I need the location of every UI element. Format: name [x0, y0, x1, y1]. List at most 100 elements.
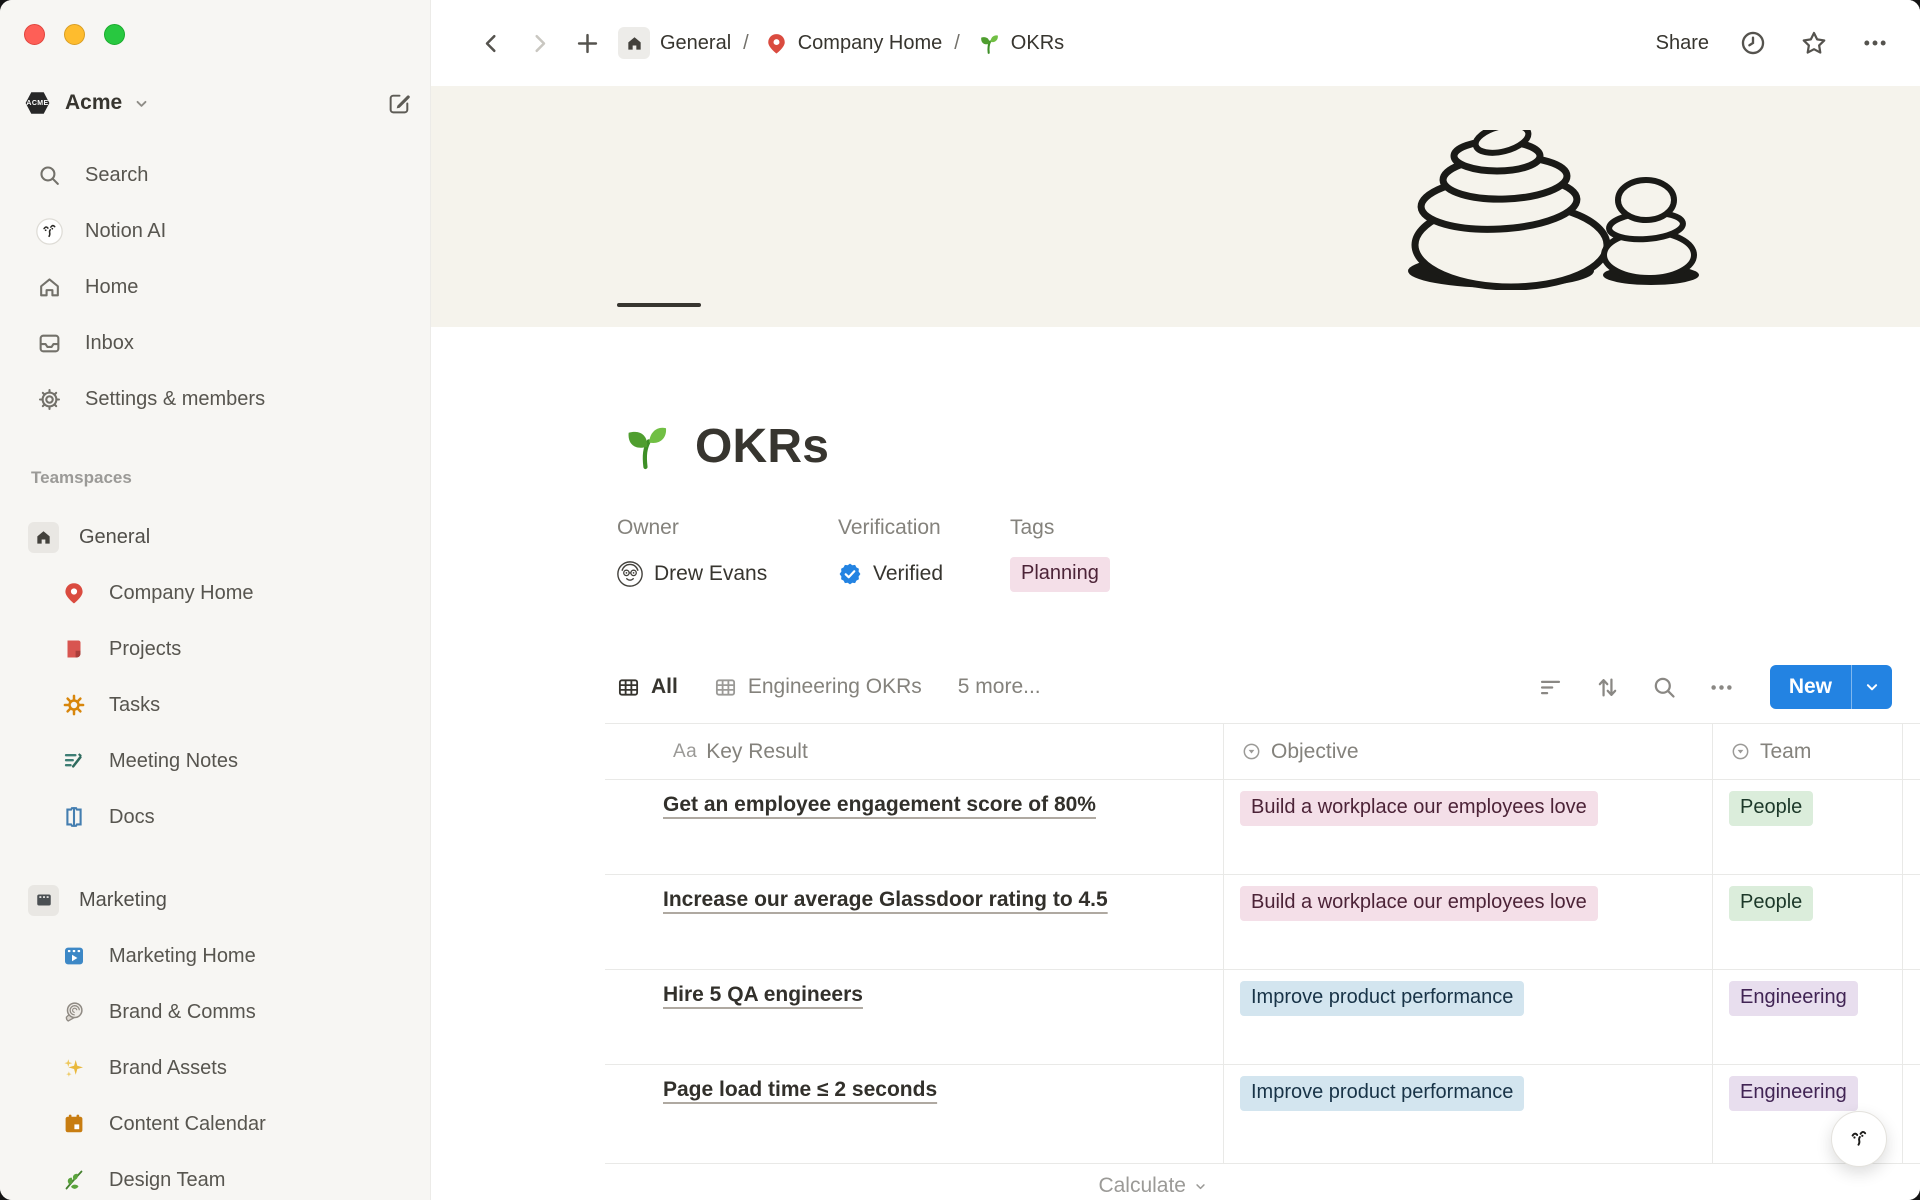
location-pin-icon [765, 32, 788, 55]
column-header-objective[interactable]: Objective [1224, 724, 1713, 779]
search-icon[interactable] [1648, 670, 1682, 704]
objective-tag[interactable]: Improve product performance [1240, 981, 1524, 1016]
tab-engineering-okrs[interactable]: Engineering OKRs [714, 675, 922, 699]
sidebar-item-docs[interactable]: Docs [0, 789, 430, 845]
property-tags[interactable]: Tags Planning [1010, 516, 1110, 591]
calendar-icon [61, 1112, 87, 1136]
breadcrumb-separator: / [743, 32, 749, 55]
table-header-row: Aa Key Result Objective Team [605, 724, 1920, 780]
sidebar-item-tasks[interactable]: Tasks [0, 677, 430, 733]
column-header-label: Key Result [706, 740, 808, 764]
sidebar-item-label: Home [85, 276, 138, 299]
sidebar-item-label: Content Calendar [109, 1113, 266, 1136]
sidebar-item-design-team[interactable]: Design Team [0, 1152, 430, 1200]
table-row: Hire 5 QA engineers Improve product perf… [605, 970, 1920, 1065]
tab-all[interactable]: All [617, 675, 678, 699]
key-result-link[interactable]: Hire 5 QA engineers [663, 983, 863, 1006]
compose-icon[interactable] [387, 91, 412, 116]
sidebar-item-marketing[interactable]: Marketing [0, 872, 430, 928]
team-tag[interactable]: People [1729, 791, 1813, 826]
marketing-home-icon [61, 944, 87, 968]
new-page-plus-icon[interactable] [570, 26, 604, 60]
favorite-star-icon[interactable] [1797, 26, 1831, 60]
column-header-team[interactable]: Team [1713, 724, 1903, 779]
back-icon[interactable] [474, 26, 508, 60]
chevron-down-icon [132, 94, 151, 113]
objective-tag[interactable]: Improve product performance [1240, 1076, 1524, 1111]
key-result-link[interactable]: Increase our average Glassdoor rating to… [663, 888, 1108, 911]
main-area: General / Company Home / OKRs [431, 0, 1920, 1200]
team-tag[interactable]: Engineering [1729, 1076, 1858, 1111]
tab-label: All [651, 675, 678, 699]
key-result-link[interactable]: Get an employee engagement score of 80% [663, 793, 1096, 816]
filter-icon[interactable] [1534, 670, 1568, 704]
new-record-button[interactable]: New [1770, 665, 1892, 709]
workspace-switcher[interactable]: ACME Acme [24, 80, 412, 126]
breadcrumb-label: OKRs [1011, 32, 1064, 55]
sidebar: ACME Acme Search Notion AI [0, 0, 431, 1200]
column-header-key-result[interactable]: Aa Key Result [605, 724, 1224, 779]
home-icon [36, 275, 63, 300]
topbar: General / Company Home / OKRs [431, 0, 1920, 86]
share-button[interactable]: Share [1656, 32, 1709, 55]
sidebar-item-company-home[interactable]: Company Home [0, 565, 430, 621]
sidebar-item-general[interactable]: General [0, 509, 430, 565]
window-controls [24, 24, 125, 45]
table-view-icon [617, 676, 640, 699]
sidebar-item-notion-ai[interactable]: Notion AI [0, 203, 430, 259]
forward-icon[interactable] [522, 26, 556, 60]
seedling-icon[interactable] [617, 418, 673, 474]
sidebar-item-search[interactable]: Search [0, 147, 430, 203]
objective-tag[interactable]: Build a workplace our employees love [1240, 791, 1598, 826]
marketing-slate-icon [28, 885, 59, 916]
tab-label: Engineering OKRs [748, 675, 922, 699]
objective-tag[interactable]: Build a workplace our employees love [1240, 886, 1598, 921]
zoom-window-button[interactable] [104, 24, 125, 45]
sidebar-item-projects[interactable]: Projects [0, 621, 430, 677]
notion-ai-floating-button[interactable] [1831, 1111, 1887, 1167]
table-view-icon [714, 676, 737, 699]
sort-icon[interactable] [1591, 670, 1625, 704]
minimize-window-button[interactable] [64, 24, 85, 45]
property-owner[interactable]: Owner Drew Evans [617, 516, 838, 591]
docs-icon [61, 805, 87, 829]
sidebar-item-inbox[interactable]: Inbox [0, 315, 430, 371]
sidebar-item-settings[interactable]: Settings & members [0, 371, 430, 427]
home-chip-icon [28, 522, 59, 553]
close-window-button[interactable] [24, 24, 45, 45]
table-row: Page load time ≤ 2 seconds Improve produ… [605, 1065, 1920, 1164]
new-button-label[interactable]: New [1770, 665, 1851, 709]
clock-icon[interactable] [1736, 26, 1770, 60]
page-cover[interactable] [431, 86, 1920, 327]
sidebar-item-marketing-home[interactable]: Marketing Home [0, 928, 430, 984]
sidebar-item-label: Marketing [79, 889, 167, 912]
key-result-link[interactable]: Page load time ≤ 2 seconds [663, 1078, 937, 1101]
breadcrumb-okrs[interactable]: OKRs [976, 31, 1064, 56]
breadcrumb-general[interactable]: General / [618, 27, 751, 59]
stacked-stones-illustration [1403, 130, 1733, 290]
tab-more-views[interactable]: 5 more... [958, 675, 1041, 699]
sidebar-item-brand-comms[interactable]: Brand & Comms [0, 984, 430, 1040]
sidebar-item-label: Marketing Home [109, 945, 256, 968]
team-tag[interactable]: Engineering [1729, 981, 1858, 1016]
sidebar-item-meeting-notes[interactable]: Meeting Notes [0, 733, 430, 789]
notion-ai-icon [1843, 1123, 1875, 1155]
view-options-icon[interactable] [1705, 670, 1739, 704]
breadcrumb-company-home[interactable]: Company Home / [765, 32, 962, 55]
more-options-icon[interactable] [1858, 26, 1892, 60]
calculate-label: Calculate [1098, 1174, 1186, 1198]
tag-planning[interactable]: Planning [1010, 557, 1110, 592]
sidebar-item-home[interactable]: Home [0, 259, 430, 315]
sidebar-item-label: Search [85, 164, 148, 187]
property-verification[interactable]: Verification Verified [838, 516, 1010, 591]
team-tag[interactable]: People [1729, 886, 1813, 921]
sidebar-item-label: Meeting Notes [109, 750, 238, 773]
sidebar-item-content-calendar[interactable]: Content Calendar [0, 1096, 430, 1152]
property-label: Verification [838, 516, 1010, 540]
new-button-dropdown[interactable] [1851, 665, 1892, 709]
calculate-button[interactable]: Calculate [605, 1174, 1224, 1198]
page-title[interactable]: OKRs [695, 419, 829, 474]
sidebar-nav: Search Notion AI Home Inbox [0, 147, 430, 427]
sidebar-item-label: General [79, 526, 150, 549]
sidebar-item-brand-assets[interactable]: Brand Assets [0, 1040, 430, 1096]
